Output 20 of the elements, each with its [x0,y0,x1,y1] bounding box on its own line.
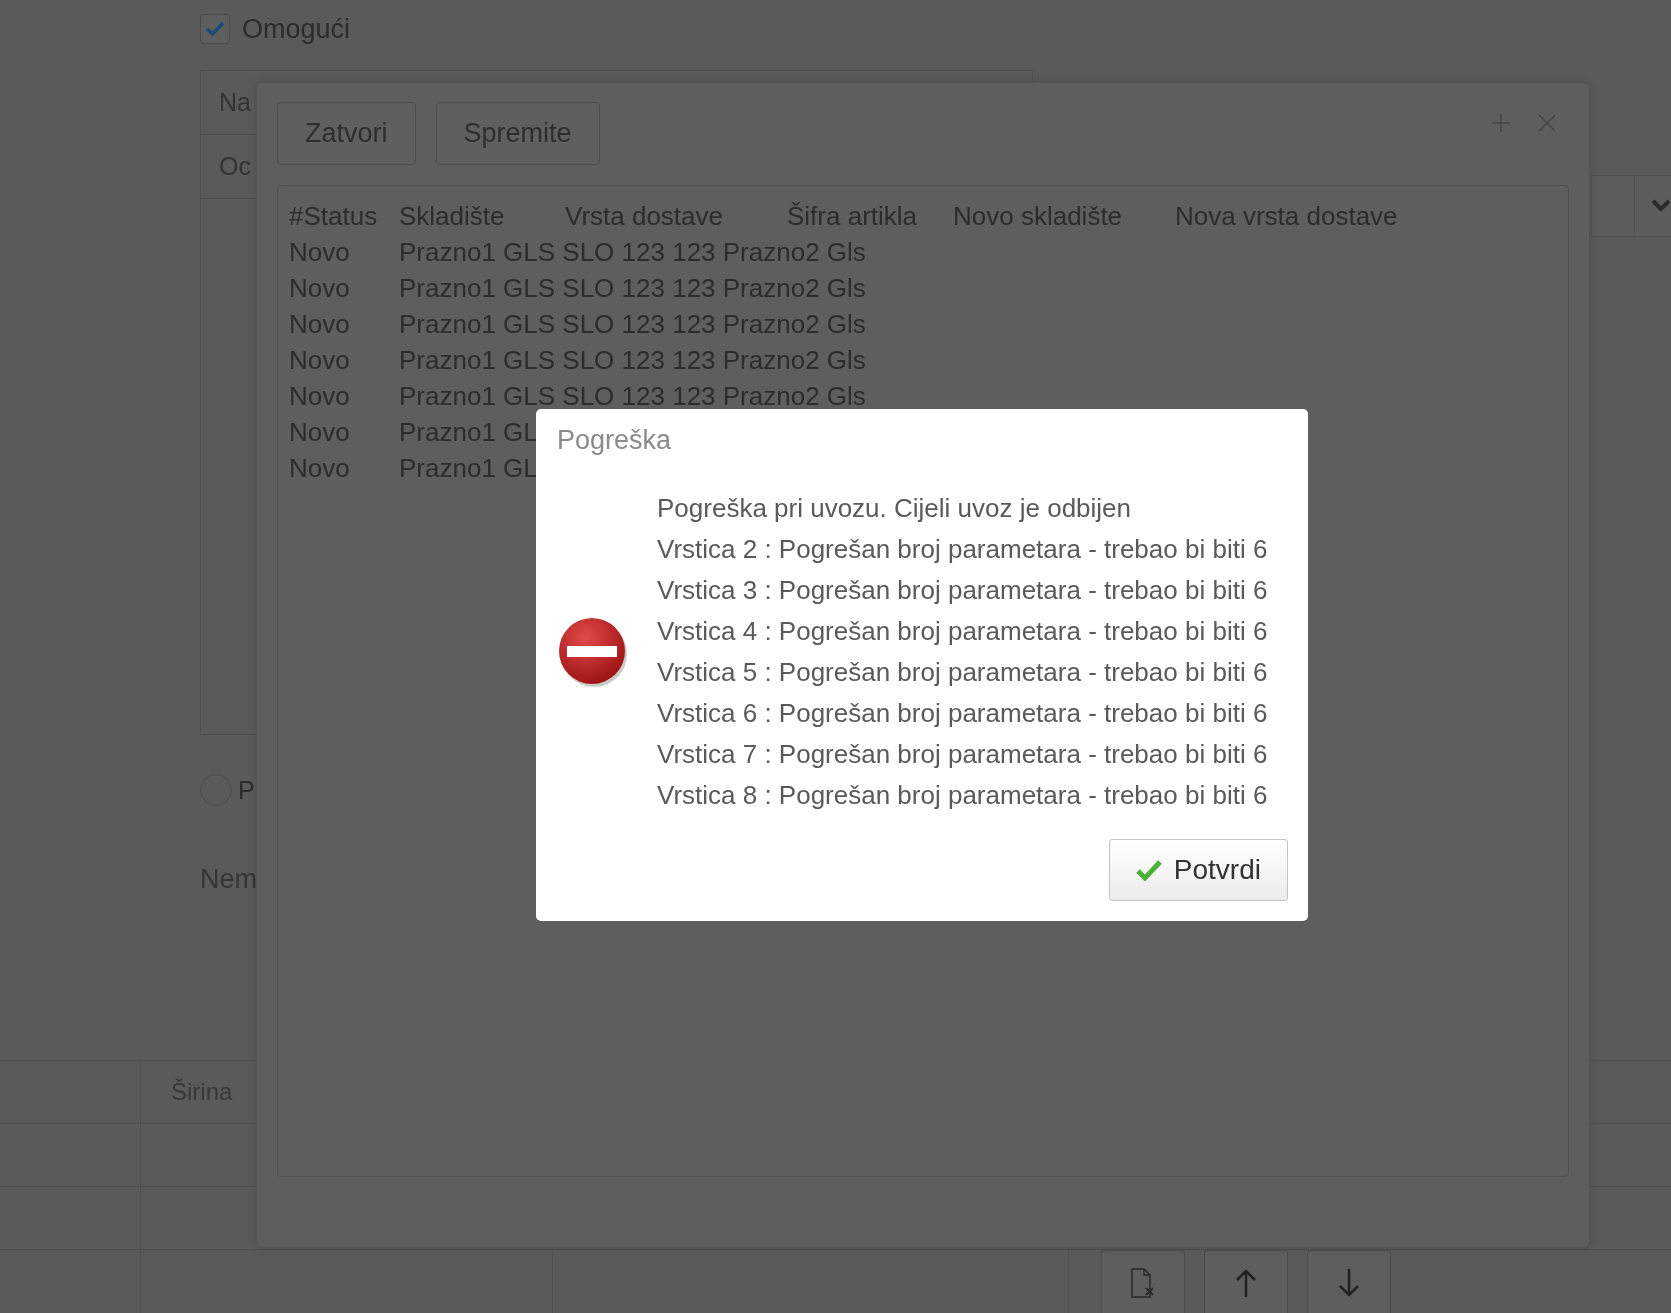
chevron-down-icon[interactable] [1651,199,1671,213]
checkbox[interactable] [200,14,230,44]
delete-file-icon[interactable] [1101,1250,1185,1313]
error-detail: Vrstica 8 : Pogrešan broj parametara - trebao bi biti 6 [657,779,1268,811]
plus-icon[interactable] [1492,114,1510,132]
stop-icon [557,615,629,688]
confirm-button[interactable]: Potvrdi [1108,839,1288,901]
close-icon[interactable] [1538,114,1556,132]
error-message: Pogreška pri uvozu. Cijeli uvoz je odbijen [657,492,1133,524]
error-detail: Vrstica 3 : Pogrešan broj parametara - trebao bi biti 6 [657,574,1268,606]
text-area[interactable] [277,185,1569,1177]
error-detail: Vrstica 2 : Pogrešan broj parametara - trebao bi biti 6 [657,533,1268,565]
error-detail: Vrstica 6 : Pogrešan broj parametara - trebao bi biti 6 [657,697,1268,729]
error-detail: Vrstica 4 : Pogrešan broj parametara - trebao bi biti 6 [657,615,1268,647]
checkmark-icon [205,21,225,37]
error-detail: Vrstica 7 : Pogrešan broj parametara - trebao bi biti 6 [657,738,1268,770]
dialog-title: Pogreška [557,425,672,456]
checkmark-icon [1135,859,1162,881]
error-detail: Vrstica 5 : Pogrešan broj parametara - trebao bi biti 6 [657,656,1268,688]
dropdown[interactable] [1591,175,1671,237]
